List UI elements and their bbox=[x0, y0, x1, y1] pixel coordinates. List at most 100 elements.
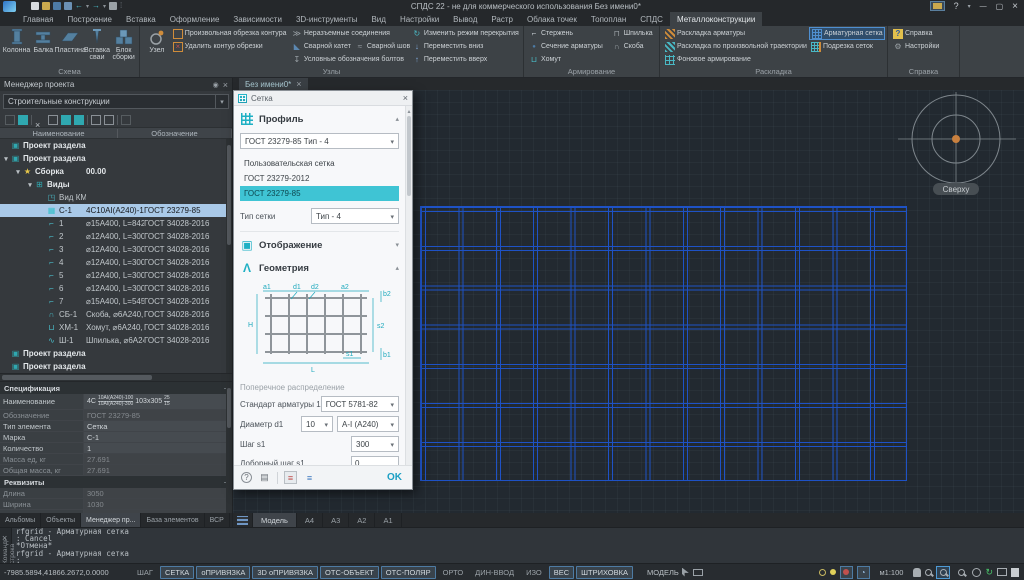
option-gost-85-selected[interactable]: ГОСТ 23279-85 bbox=[240, 186, 399, 201]
tab-a1[interactable]: А1 bbox=[375, 513, 402, 527]
rebar-mesh-button[interactable]: Арматурная сетка bbox=[809, 27, 885, 40]
dialog-help-icon[interactable] bbox=[241, 472, 252, 483]
tab-spds[interactable]: СПДС bbox=[633, 12, 670, 26]
paste-icon[interactable] bbox=[74, 114, 84, 125]
tab-topoplan[interactable]: Топоплан bbox=[584, 12, 633, 26]
tab-3d-instrumenty[interactable]: 3D-инструменты bbox=[289, 12, 365, 26]
redo-icon[interactable] bbox=[92, 2, 100, 10]
tree-item-project-kzh[interactable]: Проект раздела КЖ bbox=[0, 152, 232, 165]
tree-item-sborka[interactable]: Сборка00.00 bbox=[0, 165, 232, 178]
new-item-icon[interactable] bbox=[5, 114, 15, 125]
move-up-button[interactable]: Переместить вверх bbox=[410, 53, 521, 66]
tree-item-bar-5[interactable]: 5⌀12А400, L=300ГОСТ 34028-2016 bbox=[0, 269, 232, 282]
tab-model[interactable]: Модель bbox=[253, 513, 297, 527]
node-button[interactable]: Узел bbox=[143, 27, 171, 54]
tab-a2[interactable]: А2 bbox=[349, 513, 376, 527]
undo-icon[interactable] bbox=[75, 2, 83, 10]
tab-postroenie[interactable]: Построение bbox=[60, 12, 119, 26]
lightbulb-icon[interactable] bbox=[829, 569, 836, 575]
redo-dropdown-icon[interactable] bbox=[103, 2, 106, 11]
stirrup-button[interactable]: Хомут bbox=[527, 53, 610, 66]
dialog-notes-icon[interactable] bbox=[258, 471, 271, 484]
tree-item-project-as[interactable]: Проект раздела АС bbox=[0, 139, 232, 152]
cut-icon[interactable] bbox=[48, 114, 58, 125]
dialog-scrollbar[interactable] bbox=[405, 106, 412, 465]
dialog-titlebar[interactable]: Сетка bbox=[234, 91, 412, 106]
tree-item-vid-km1[interactable]: Вид КМ 1 bbox=[0, 191, 232, 204]
toggle-shag[interactable]: ШАГ bbox=[132, 566, 158, 579]
assembly-block-button[interactable]: Блок сборки bbox=[110, 27, 137, 61]
pin-bar-button[interactable]: Шпилька bbox=[610, 27, 657, 40]
tab-oformlenie[interactable]: Оформление bbox=[163, 12, 227, 26]
tab-nastroyki[interactable]: Настройки bbox=[393, 12, 446, 26]
tab-a3[interactable]: А3 bbox=[323, 513, 350, 527]
tree-item-project-km[interactable]: Проект раздела КМ bbox=[0, 347, 232, 360]
geometry-section-header[interactable]: Геометрия bbox=[240, 258, 399, 278]
rebar-standard-combo[interactable]: ГОСТ 5781-82 bbox=[320, 396, 399, 412]
tab-metallokonstruktsii[interactable]: Металлоконструкции bbox=[669, 12, 763, 26]
scroll-up-icon[interactable] bbox=[406, 106, 412, 115]
collapse-icon[interactable] bbox=[26, 180, 34, 189]
document-tab[interactable]: Без имени0* bbox=[239, 78, 308, 90]
tab-obekty[interactable]: Объекты bbox=[41, 513, 82, 527]
option-gost-2012[interactable]: ГОСТ 23279-2012 bbox=[240, 171, 399, 186]
ok-button[interactable]: OK bbox=[387, 472, 405, 483]
dialog-copy-icon[interactable] bbox=[303, 471, 316, 484]
tree-item-project-kmd[interactable]: Проект раздела КМД bbox=[0, 360, 232, 373]
pin-icon[interactable] bbox=[213, 80, 219, 89]
tree-item-bar-2[interactable]: 2⌀12А400, L=300ГОСТ 34028-2016 bbox=[0, 230, 232, 243]
permanent-joints-button[interactable]: Неразъемные соединения bbox=[290, 27, 410, 40]
rod-button[interactable]: Стержень bbox=[527, 27, 610, 40]
minimize-button[interactable] bbox=[980, 3, 987, 10]
tab-manager[interactable]: Менеджер пр... bbox=[81, 513, 142, 527]
mesh-type-combo[interactable]: Тип - 4 bbox=[311, 208, 399, 224]
zoom-window-icon[interactable] bbox=[936, 565, 951, 579]
help-button[interactable]: Справка bbox=[891, 27, 957, 40]
profile-combo[interactable]: ГОСТ 23279-85 Тип - 4 bbox=[240, 133, 399, 149]
undo-dropdown-icon[interactable] bbox=[86, 2, 89, 11]
settings-button[interactable]: Настройки bbox=[891, 40, 957, 53]
dialog-close-icon[interactable] bbox=[403, 93, 408, 103]
rebar-class-combo[interactable]: А-I (А240) bbox=[337, 416, 399, 432]
monitor-icon[interactable] bbox=[997, 568, 1007, 576]
clamp-button[interactable]: Скоба bbox=[610, 40, 657, 53]
free-crop-contour-button[interactable]: Произвольная обрезка контура bbox=[171, 27, 290, 40]
delete-icon[interactable] bbox=[35, 115, 45, 125]
diameter-combo[interactable]: 10 bbox=[301, 416, 333, 432]
project-filter-combo[interactable]: Строительные конструкции bbox=[3, 94, 229, 109]
record-icon[interactable] bbox=[839, 565, 853, 579]
beam-button[interactable]: Балка bbox=[30, 27, 57, 54]
rebar-section-button[interactable]: Сечение арматуры bbox=[527, 40, 610, 53]
requisites-section-header[interactable]: Реквизиты− bbox=[0, 476, 232, 488]
rebar-layout-button[interactable]: Раскладка арматуры bbox=[663, 27, 809, 40]
protractor-icon[interactable] bbox=[856, 565, 870, 579]
mesh-trim-button[interactable]: Подрезка сеток bbox=[809, 40, 885, 53]
step-combo[interactable]: 300 bbox=[351, 436, 399, 452]
rebar-mesh-drawing[interactable] bbox=[420, 206, 907, 481]
tab-oblaka-tochek[interactable]: Облака точек bbox=[520, 12, 584, 26]
help-dropdown-icon[interactable] bbox=[968, 3, 971, 10]
tab-a4[interactable]: А4 bbox=[297, 513, 324, 527]
background-reinforcement-button[interactable]: Фоновое армирование bbox=[663, 53, 809, 66]
regen-icon[interactable] bbox=[985, 567, 993, 578]
tab-vyvod[interactable]: Вывод bbox=[446, 12, 484, 26]
move-down-button[interactable]: Переместить вниз bbox=[410, 40, 521, 53]
chevron-down-icon[interactable] bbox=[395, 241, 399, 249]
layout-list-icon[interactable] bbox=[233, 513, 253, 527]
model-space-label[interactable]: МОДЕЛЬ bbox=[647, 568, 679, 577]
collapse-icon[interactable] bbox=[2, 154, 10, 163]
tree-horizontal-scrollbar[interactable] bbox=[0, 373, 232, 381]
sheet-icon[interactable] bbox=[1011, 567, 1019, 577]
spec-name-value[interactable]: 4С 10АI(А240)-100 10АI(А240)-300 103х305 … bbox=[84, 394, 232, 409]
app-logo-icon[interactable] bbox=[3, 0, 16, 12]
table-icon[interactable] bbox=[104, 114, 114, 125]
cursor-mode-icon[interactable] bbox=[681, 567, 689, 577]
collapse-icon[interactable] bbox=[14, 167, 22, 176]
zoom-extents-icon[interactable] bbox=[954, 566, 968, 579]
tab-close-icon[interactable] bbox=[296, 79, 301, 89]
spec-scrollbar[interactable] bbox=[226, 382, 232, 514]
tree-scrollbar[interactable] bbox=[226, 139, 232, 373]
tree-item-s1-selected[interactable]: С-14С10АI(А240)-10ГОСТ 23279-85 bbox=[0, 204, 232, 217]
display-icon[interactable] bbox=[692, 568, 703, 576]
toggle-ots-obekt[interactable]: ОТС-ОБЪЕКТ bbox=[320, 565, 379, 579]
